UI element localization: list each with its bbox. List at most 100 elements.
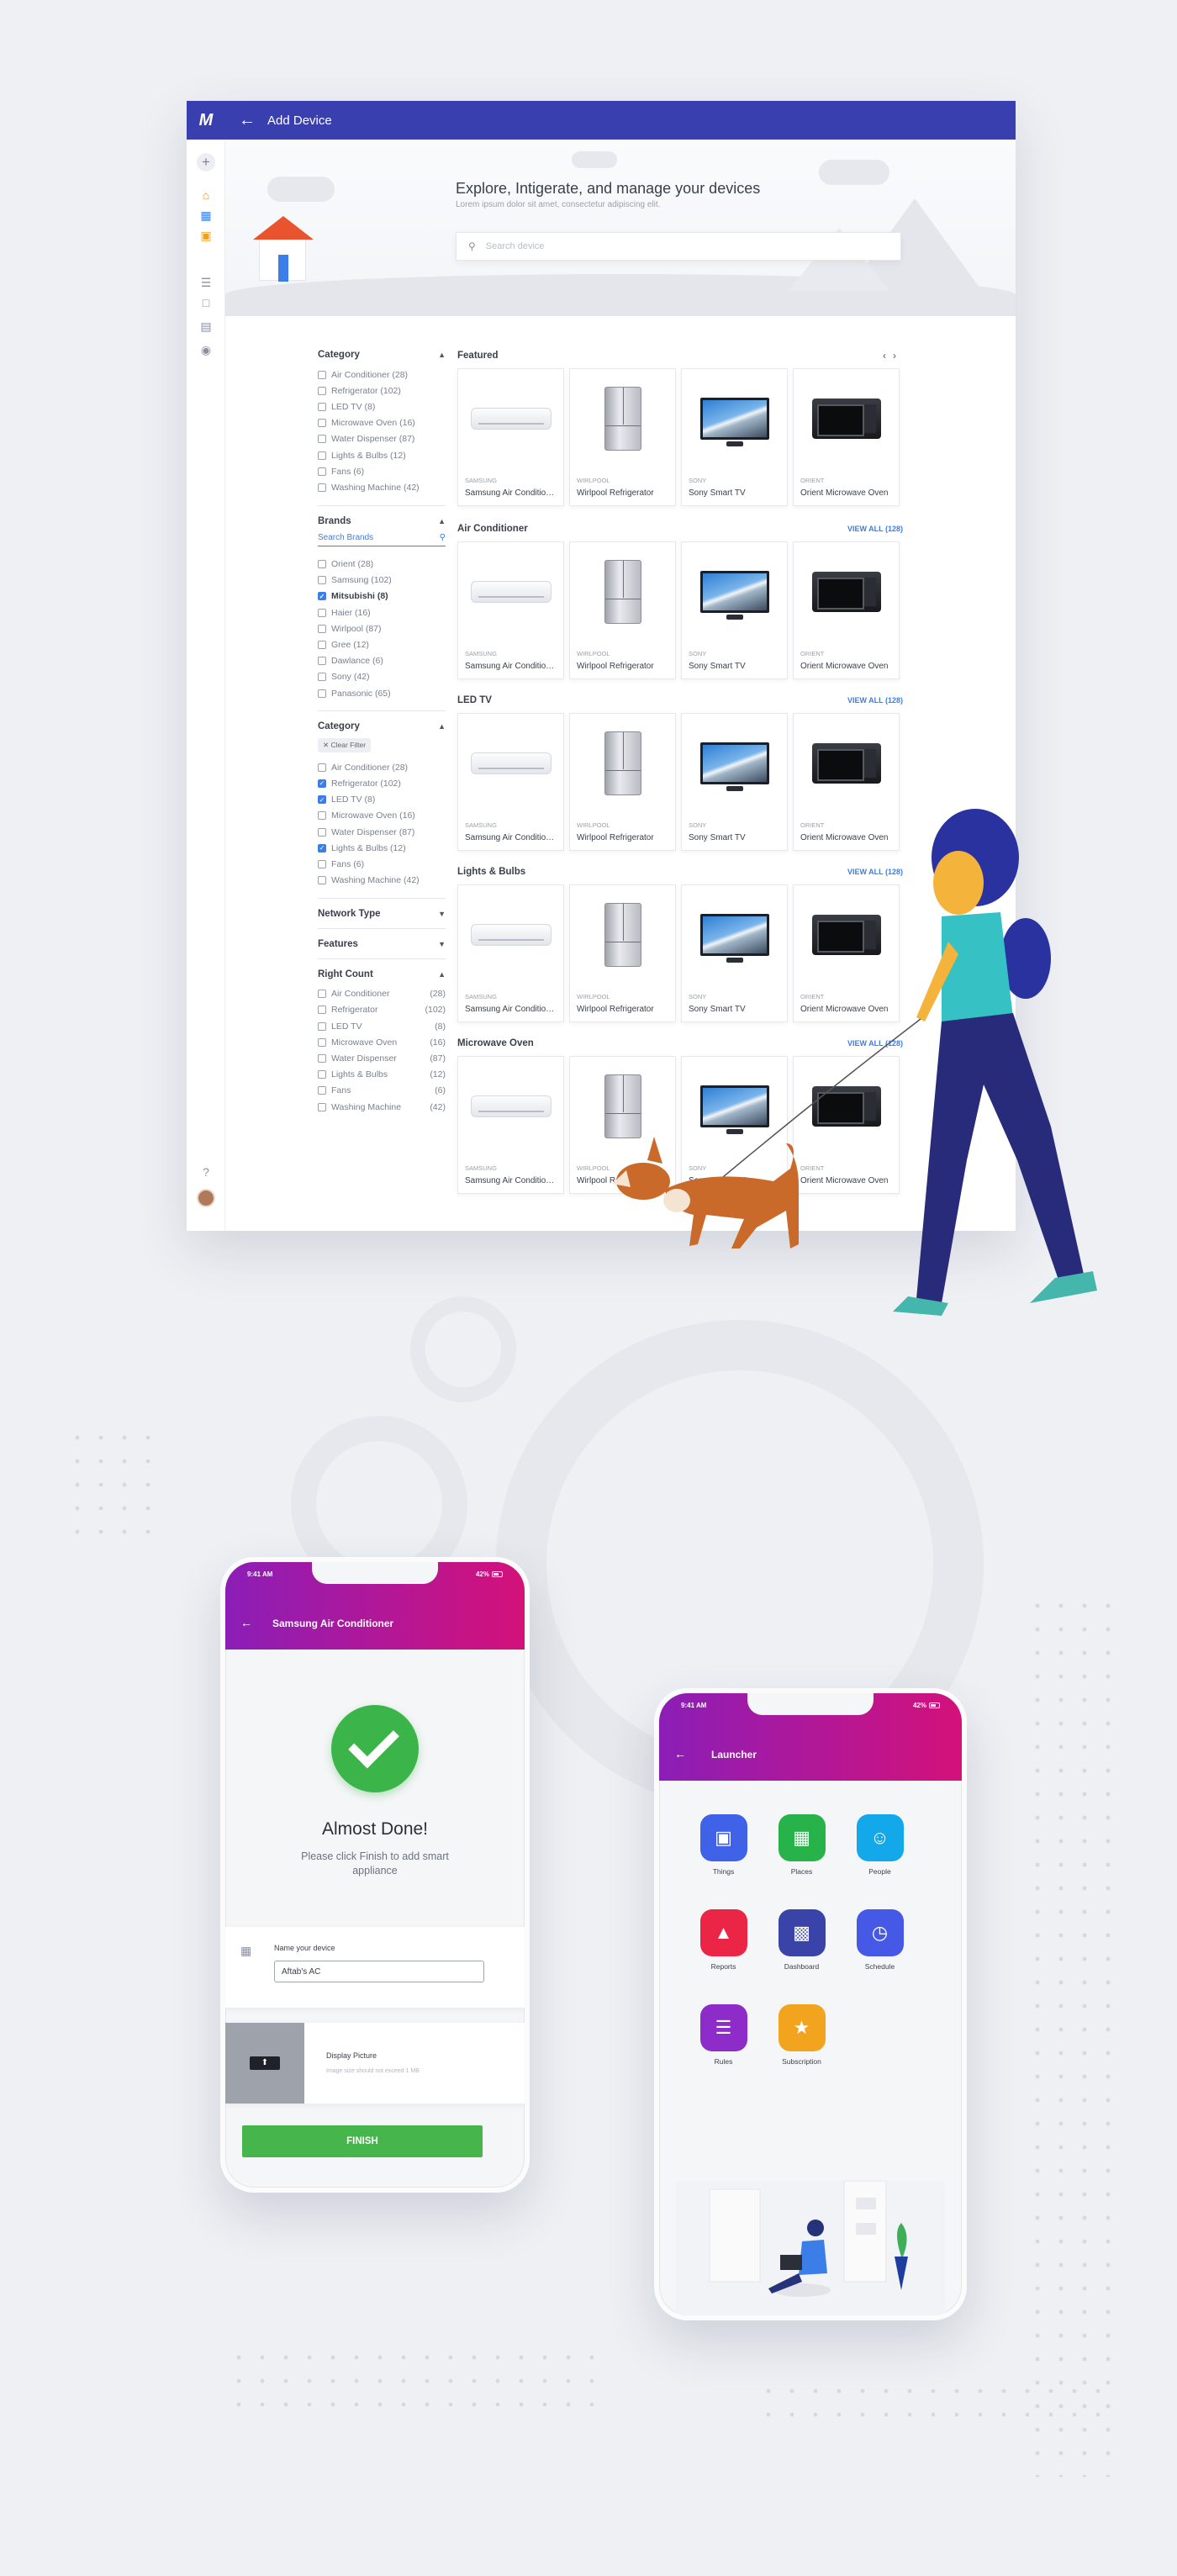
checkbox[interactable] bbox=[318, 435, 326, 444]
product-card[interactable]: ORIENT Orient Microwave Oven bbox=[793, 368, 900, 506]
app-things[interactable]: ▣ Things bbox=[684, 1814, 763, 1876]
checkbox[interactable] bbox=[318, 641, 326, 650]
checkbox[interactable] bbox=[318, 763, 326, 772]
view-all-link[interactable]: VIEW ALL (128) bbox=[847, 525, 903, 533]
brand-search-input[interactable] bbox=[318, 532, 419, 542]
app-schedule[interactable]: ◷ Schedule bbox=[841, 1909, 919, 1971]
back-arrow-icon[interactable]: ← bbox=[239, 111, 256, 130]
app-dashboard[interactable]: ▩ Dashboard bbox=[763, 1909, 841, 1971]
search-icon[interactable]: ⚲ bbox=[440, 533, 446, 542]
checkbox[interactable] bbox=[318, 673, 326, 682]
filter-option[interactable]: Refrigerator (102) bbox=[318, 1002, 446, 1018]
app-places[interactable]: ▦ Places bbox=[763, 1814, 841, 1876]
product-card[interactable]: SAMSUNG Samsung Air Conditioner bbox=[457, 541, 564, 679]
checkbox[interactable] bbox=[318, 451, 326, 460]
checkbox-checked[interactable]: ✓ bbox=[318, 795, 326, 805]
upload-picture-button[interactable]: ⬆ bbox=[225, 2023, 304, 2104]
filter-option[interactable]: Lights & Bulbs (12) bbox=[318, 1067, 446, 1083]
checkbox[interactable] bbox=[318, 386, 326, 395]
app-subscription[interactable]: ★ Subscription bbox=[763, 2004, 841, 2066]
checkbox[interactable] bbox=[318, 402, 326, 411]
product-card[interactable]: SAMSUNG Samsung Air Conditioner bbox=[457, 368, 564, 506]
help-icon[interactable]: ? bbox=[196, 1164, 216, 1180]
checkbox[interactable] bbox=[318, 689, 326, 698]
filter-option[interactable]: Wirlpool (87) bbox=[318, 620, 446, 636]
product-card[interactable]: WIRLPOOL Wirlpool Refrigerator bbox=[569, 541, 676, 679]
checkbox-checked[interactable]: ✓ bbox=[318, 592, 326, 601]
filter-option[interactable]: Water Dispenser (87) bbox=[318, 1050, 446, 1066]
avatar[interactable] bbox=[197, 1189, 215, 1207]
layers-icon[interactable]: ☰ bbox=[196, 274, 216, 291]
filter-option[interactable]: LED TV (8) bbox=[318, 399, 446, 414]
filter-option[interactable]: Microwave Oven (16) bbox=[318, 1034, 446, 1050]
filter-option[interactable]: Microwave Oven (16) bbox=[318, 415, 446, 431]
filter-option[interactable]: Gree (12) bbox=[318, 636, 446, 652]
app-logo[interactable]: M bbox=[187, 101, 225, 140]
checkbox[interactable] bbox=[318, 1006, 326, 1015]
filter-option[interactable]: LED TV (8) bbox=[318, 1018, 446, 1034]
product-card[interactable]: WIRLPOOL Wirlpool Refrigerator bbox=[569, 368, 676, 506]
device-name-field[interactable] bbox=[274, 1961, 484, 1982]
clear-filter-chip[interactable]: ✕ Clear Filter bbox=[318, 738, 372, 753]
checkbox-checked[interactable]: ✓ bbox=[318, 779, 326, 788]
checkbox[interactable] bbox=[318, 1054, 326, 1064]
product-card[interactable]: ORIENT Orient Microwave Oven bbox=[793, 541, 900, 679]
checkbox[interactable] bbox=[318, 419, 326, 428]
checkbox[interactable] bbox=[318, 1102, 326, 1111]
filter-right-count-header[interactable]: Right Count ▲ bbox=[318, 969, 446, 979]
devices-icon[interactable]: ▦ bbox=[196, 207, 216, 224]
checkbox-checked[interactable]: ✓ bbox=[318, 843, 326, 853]
back-arrow-icon[interactable]: ← bbox=[674, 1747, 686, 1760]
filter-option[interactable]: Samsung (102) bbox=[318, 573, 446, 589]
checkbox[interactable] bbox=[318, 624, 326, 633]
filter-option[interactable]: ✓ Refrigerator (102) bbox=[318, 775, 446, 791]
product-card[interactable]: SONY Sony Smart TV bbox=[681, 541, 788, 679]
carousel-arrows-icon[interactable]: ‹› bbox=[883, 350, 903, 362]
checkbox[interactable] bbox=[318, 990, 326, 999]
filter-option[interactable]: Lights & Bulbs (12) bbox=[318, 447, 446, 463]
product-card[interactable]: SONY Sony Smart TV bbox=[681, 368, 788, 506]
filter-option[interactable]: Fans (6) bbox=[318, 1083, 446, 1099]
checkbox[interactable] bbox=[318, 657, 326, 666]
filter-option[interactable]: Air Conditioner (28) bbox=[318, 367, 446, 383]
checkbox[interactable] bbox=[318, 560, 326, 569]
filter-option[interactable]: Washing Machine (42) bbox=[318, 479, 446, 495]
checkbox[interactable] bbox=[318, 876, 326, 885]
filter-option[interactable]: ✓ Lights & Bulbs (12) bbox=[318, 840, 446, 856]
filter-option[interactable]: ✓ LED TV (8) bbox=[318, 792, 446, 808]
checkbox[interactable] bbox=[318, 859, 326, 868]
filter-option[interactable]: Orient (28) bbox=[318, 557, 446, 573]
finish-button[interactable]: FINISH bbox=[242, 2125, 483, 2157]
checkbox[interactable] bbox=[318, 370, 326, 379]
filter-option[interactable]: Refrigerator (102) bbox=[318, 383, 446, 399]
document-icon[interactable]: ▤ bbox=[196, 318, 216, 335]
filter-option[interactable]: Microwave Oven (16) bbox=[318, 808, 446, 824]
view-all-link[interactable]: VIEW ALL (128) bbox=[847, 696, 903, 705]
device-search-box[interactable]: ⚲ bbox=[456, 232, 901, 261]
filter-option[interactable]: ✓ Mitsubishi (8) bbox=[318, 589, 446, 604]
checkbox[interactable] bbox=[318, 1070, 326, 1079]
filter-option[interactable]: Washing Machine (42) bbox=[318, 1099, 446, 1115]
home-icon[interactable]: ⌂ bbox=[196, 187, 216, 203]
filter-brands-header[interactable]: Brands ▲ bbox=[318, 516, 446, 526]
filter-option[interactable]: Water Dispenser (87) bbox=[318, 824, 446, 840]
filter-option[interactable]: Fans (6) bbox=[318, 856, 446, 872]
filter-option[interactable]: Haier (16) bbox=[318, 604, 446, 620]
app-people[interactable]: ☺ People bbox=[841, 1814, 919, 1876]
filter-network-type-header[interactable]: Network Type ▼ bbox=[318, 909, 446, 919]
filter-option[interactable]: Air Conditioner (28) bbox=[318, 986, 446, 1002]
filter-option[interactable]: Sony (42) bbox=[318, 669, 446, 685]
checkbox[interactable] bbox=[318, 1021, 326, 1031]
calendar-icon[interactable]: □ bbox=[196, 294, 216, 311]
filter-category-header[interactable]: Category ▲ bbox=[318, 350, 446, 360]
brand-search-box[interactable]: ⚲ bbox=[318, 532, 446, 546]
filter-option[interactable]: Washing Machine (42) bbox=[318, 873, 446, 889]
globe-icon[interactable]: ◉ bbox=[196, 341, 216, 358]
checkbox[interactable] bbox=[318, 1037, 326, 1047]
checkbox[interactable] bbox=[318, 467, 326, 476]
filter-category2-header[interactable]: Category ▲ bbox=[318, 721, 446, 731]
app-rules[interactable]: ☰ Rules bbox=[684, 2004, 763, 2066]
filter-option[interactable]: Fans (6) bbox=[318, 463, 446, 479]
filter-features-header[interactable]: Features ▼ bbox=[318, 939, 446, 949]
back-arrow-icon[interactable]: ← bbox=[240, 1616, 252, 1629]
